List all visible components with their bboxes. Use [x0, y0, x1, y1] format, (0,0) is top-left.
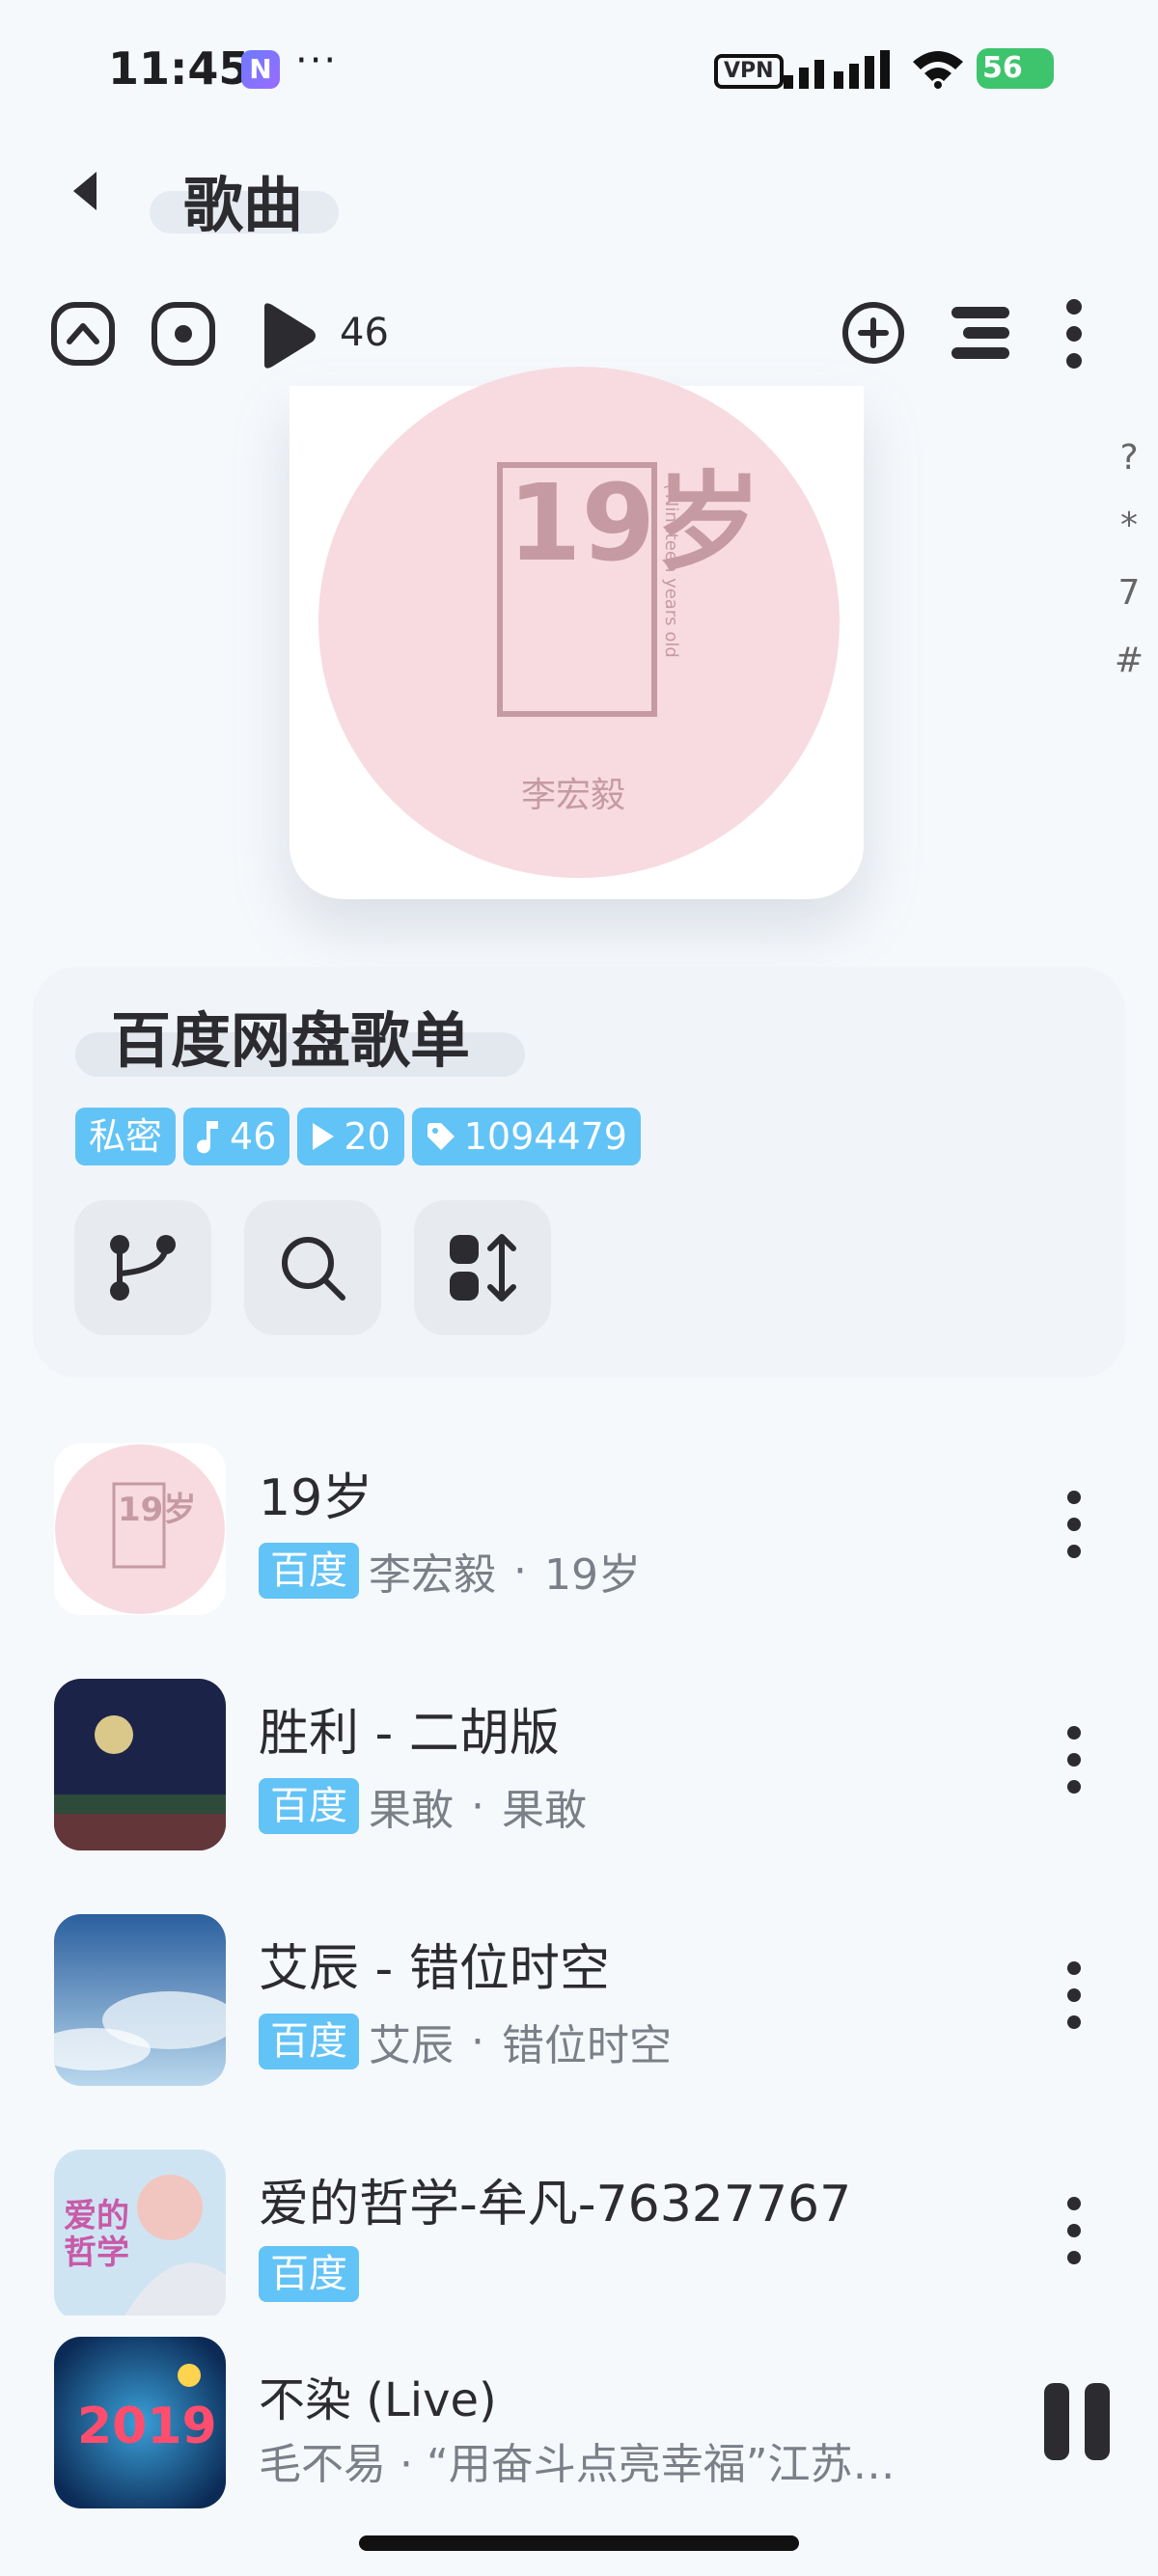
alphabet-index[interactable]: ? * 7 #: [1110, 425, 1148, 695]
sort-button[interactable]: [414, 1200, 551, 1335]
song-art-number: 19岁: [118, 1491, 196, 1529]
cover-side-text: \ Nineteen years old: [661, 482, 681, 658]
home-indicator[interactable]: [359, 2535, 799, 2551]
song-artist: 李宏毅: [369, 1550, 496, 1600]
app-notification-icon: N: [241, 50, 280, 89]
source-badge: 百度: [259, 2246, 359, 2302]
more-vertical-icon[interactable]: [1062, 2194, 1087, 2267]
locate-icon[interactable]: [151, 301, 216, 367]
meta-separator: ·: [471, 2016, 484, 2067]
song-title: 艾辰 - 错位时空: [259, 1940, 610, 1998]
song-meta: 百度 李宏毅 · 19岁: [259, 1540, 641, 1602]
song-title: 爱的哲学-牟凡-76327767: [259, 2176, 852, 2233]
tag-private: 私密: [75, 1108, 177, 1165]
song-album: 错位时空: [502, 2021, 672, 2070]
tag-private-label: 私密: [89, 1115, 163, 1158]
meta-separator: ·: [471, 1781, 484, 1831]
song-meta: 百度: [259, 2246, 369, 2302]
playlist-tags: 私密 46 20 1094479: [75, 1108, 641, 1165]
source-badge: 百度: [259, 1778, 359, 1834]
song-art: 19岁: [54, 1443, 226, 1615]
song-art: [54, 1914, 226, 2086]
index-item[interactable]: ?: [1110, 425, 1148, 492]
source-badge: 百度: [259, 2014, 359, 2069]
playlist-title: 百度网盘歌单: [111, 1005, 471, 1076]
branch-icon: [110, 1235, 176, 1301]
song-meta: 百度 果敢 · 果敢: [259, 1775, 587, 1837]
now-playing-art[interactable]: 2019: [54, 2337, 226, 2508]
scroll-top-icon[interactable]: [50, 301, 116, 367]
list-item[interactable]: 艾辰 - 错位时空 百度 艾辰 · 错位时空: [0, 1914, 1158, 2107]
status-time: 11:45: [108, 42, 250, 95]
search-button[interactable]: [244, 1200, 381, 1335]
more-vertical-icon[interactable]: [1062, 1723, 1087, 1796]
pause-icon[interactable]: [1042, 2383, 1112, 2460]
tag-icon: [427, 1123, 455, 1150]
song-art: [54, 1679, 226, 1850]
search-icon: [282, 1237, 345, 1301]
add-icon[interactable]: [841, 301, 905, 365]
song-title: 胜利 - 二胡版: [259, 1705, 560, 1763]
cover-signature: 李宏毅: [521, 776, 625, 815]
index-item[interactable]: 7: [1110, 560, 1148, 627]
list-menu-icon[interactable]: [950, 301, 1011, 365]
list-item[interactable]: 19岁 19岁 百度 李宏毅 · 19岁: [0, 1443, 1158, 1636]
list-item[interactable]: 爱的 哲学 爱的哲学-牟凡-76327767 百度: [0, 2150, 1158, 2343]
play-icon: [313, 1123, 335, 1150]
svg-text:爱的: 爱的: [64, 2197, 129, 2235]
now-playing-subtitle: 毛不易 · “用奋斗点亮幸福”江苏…: [259, 2440, 896, 2489]
music-note-icon: [197, 1121, 219, 1154]
back-icon[interactable]: [68, 170, 102, 212]
more-vertical-icon[interactable]: [1062, 297, 1087, 370]
sort-icon: [450, 1234, 516, 1302]
song-meta: 百度 艾辰 · 错位时空: [259, 2011, 672, 2072]
song-album: 19岁: [544, 1550, 641, 1600]
tag-song-count: 46: [183, 1108, 290, 1165]
more-vertical-icon[interactable]: [1062, 1959, 1087, 2032]
branch-button[interactable]: [74, 1200, 211, 1335]
tag-id-value: 1094479: [463, 1115, 627, 1158]
battery-icon: 56: [977, 48, 1054, 89]
tag-id: 1094479: [411, 1108, 641, 1165]
tag-song-count-value: 46: [230, 1115, 277, 1158]
svg-text:哲学: 哲学: [64, 2233, 129, 2272]
more-vertical-icon[interactable]: [1062, 1488, 1087, 1561]
song-artist: 果敢: [369, 1786, 454, 1835]
song-artist: 艾辰: [369, 2021, 454, 2070]
more-notifications-icon: ···: [295, 39, 339, 83]
signal-icon: [784, 50, 890, 89]
playlist-cover: 19岁 \ Nineteen years old 李宏毅: [318, 367, 840, 878]
meta-separator: ·: [513, 1546, 527, 1596]
tag-play-count-value: 20: [344, 1115, 391, 1158]
play-all-icon[interactable]: [257, 301, 318, 370]
page-title: 歌曲: [183, 170, 304, 240]
index-item[interactable]: #: [1110, 627, 1148, 695]
cover-number: 19岁: [508, 461, 761, 585]
now-playing-title: 不染 (Live): [259, 2373, 497, 2427]
song-album: 果敢: [502, 1786, 587, 1835]
vpn-icon: VPN: [714, 54, 784, 89]
tag-play-count: 20: [297, 1108, 404, 1165]
wifi-icon: [913, 51, 963, 89]
song-title: 19岁: [259, 1469, 373, 1527]
svg-text:2019: 2019: [77, 2398, 217, 2455]
play-all-count[interactable]: 46: [340, 311, 389, 355]
list-item[interactable]: 胜利 - 二胡版 百度 果敢 · 果敢: [0, 1679, 1158, 1872]
song-art: 爱的 哲学: [54, 2150, 226, 2321]
index-item[interactable]: *: [1110, 492, 1148, 560]
source-badge: 百度: [259, 1543, 359, 1599]
